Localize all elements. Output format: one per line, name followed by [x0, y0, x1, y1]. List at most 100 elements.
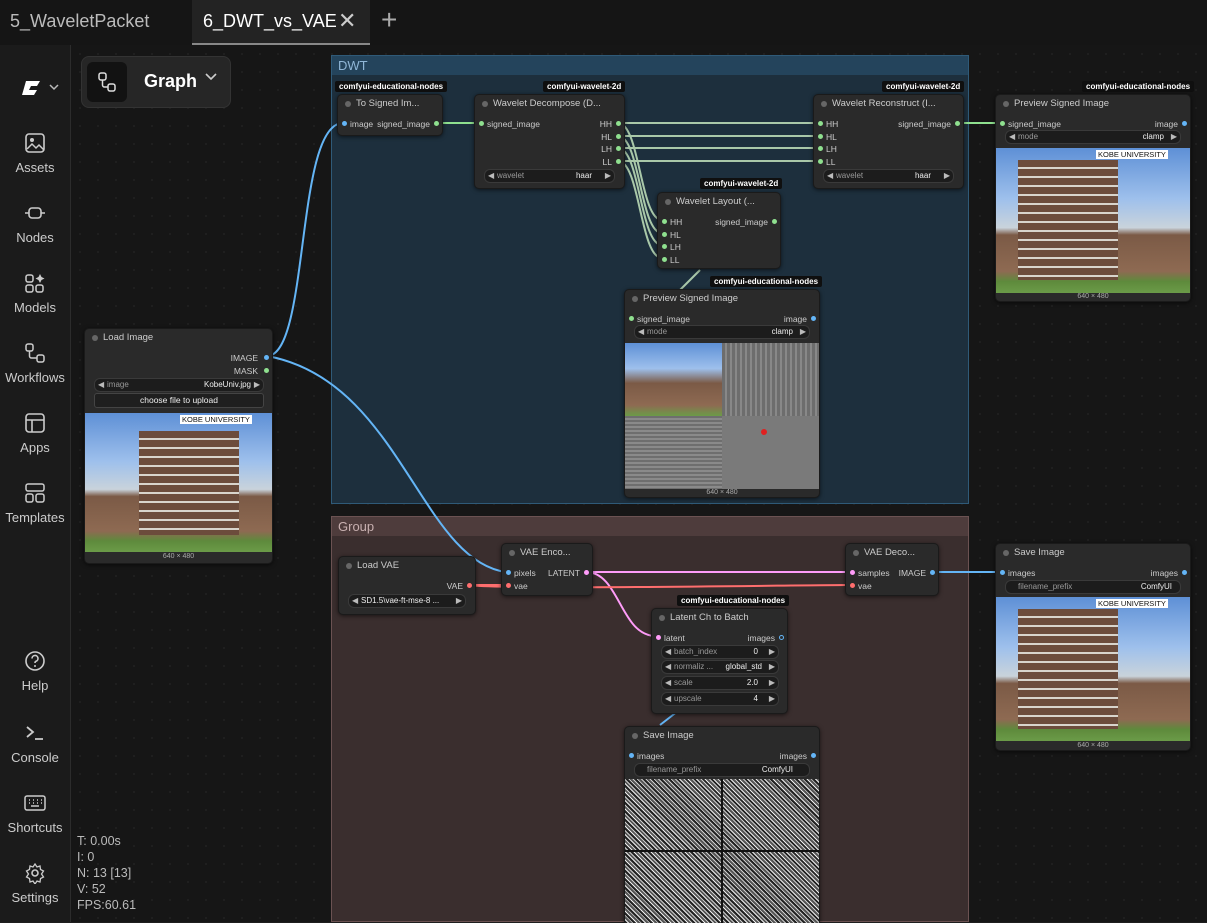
input-signed-slot[interactable] [1000, 121, 1005, 126]
node-badge: comfyui-wavelet-2d [700, 178, 783, 189]
input-ll-slot[interactable] [662, 257, 667, 262]
cursor-marker [761, 429, 767, 435]
node-title: Wavelet Reconstruct (I... [814, 95, 963, 113]
output-label: signed_image [377, 119, 430, 129]
output-latent-slot[interactable] [584, 570, 589, 575]
input-lh-slot[interactable] [662, 244, 667, 249]
image-size-caption: 640 × 480 [162, 553, 195, 560]
scale-stepper[interactable]: ◀ scale 2.0 ▶ [661, 676, 779, 690]
node-preview-signed-image-2[interactable]: Preview Signed Image signed_image image … [624, 289, 820, 498]
image-size-caption: 640 × 480 [706, 489, 738, 496]
output-image-slot[interactable] [1182, 121, 1187, 126]
output-mask-slot[interactable] [264, 368, 269, 373]
node-preview-signed-image-1[interactable]: Preview Signed Image signed_image image … [995, 94, 1191, 302]
input-lh-slot[interactable] [818, 146, 823, 151]
input-images-slot[interactable] [1000, 570, 1005, 575]
output-hl-label: HL [601, 132, 612, 142]
output-image-label: IMAGE [230, 353, 258, 363]
input-vae-label: vae [514, 581, 528, 591]
output-signed-slot[interactable] [434, 121, 439, 126]
image-preview: KOBE UNIVERSITY [996, 148, 1190, 293]
output-images-slot[interactable] [779, 635, 784, 640]
node-title: VAE Deco... [846, 544, 938, 562]
node-title: Wavelet Layout (... [658, 193, 780, 211]
input-hh-slot[interactable] [818, 121, 823, 126]
filename-prefix-input[interactable]: filename_prefix ComfyUI [1005, 580, 1181, 594]
node-load-image[interactable]: Load Image IMAGE MASK ◀ image KobeUniv.jpg… [84, 328, 273, 564]
input-latent-slot[interactable] [656, 635, 661, 640]
node-title: Load VAE [339, 557, 475, 575]
input-label: image [350, 119, 374, 129]
node-load-vae[interactable]: Load VAE VAE ◀ SD1.5\vae-ft-mse-8 ... ▶ [338, 556, 476, 615]
output-images-slot[interactable] [1182, 570, 1187, 575]
node-badge: comfyui-wavelet-2d [882, 81, 965, 92]
input-images-slot[interactable] [629, 753, 634, 758]
kobe-university-logo-text: KOBE UNIVERSITY [180, 415, 252, 424]
wavelet-select[interactable]: ◀ wavelet haar ▶ [823, 169, 954, 183]
node-wavelet-decompose[interactable]: Wavelet Decompose (D... signed_image HH … [474, 94, 625, 189]
input-label: signed_image [1008, 119, 1061, 129]
image-preview: KOBE UNIVERSITY [85, 413, 272, 552]
upscale-stepper[interactable]: ◀ upscale 4 ▶ [661, 692, 779, 706]
batch-index-stepper[interactable]: ◀ batch_index 0 ▶ [661, 645, 779, 659]
filename-prefix-input[interactable]: filename_prefix ComfyUI [634, 763, 810, 777]
node-save-image-1[interactable]: Save Image images images filename_prefix… [995, 543, 1191, 751]
input-lh-label: LH [670, 242, 681, 252]
output-image-slot[interactable] [264, 355, 269, 360]
node-vae-decode[interactable]: VAE Deco... samples vae IMAGE [845, 543, 939, 596]
input-hl-slot[interactable] [818, 134, 823, 139]
output-vae-slot[interactable] [467, 583, 472, 588]
node-badge: comfyui-educational-nodes [335, 81, 448, 92]
input-pixels-label: pixels [514, 568, 536, 578]
input-signed-slot[interactable] [479, 121, 484, 126]
input-hh-slot[interactable] [662, 219, 667, 224]
output-label: signed_image [898, 119, 951, 129]
node-wavelet-layout[interactable]: Wavelet Layout (... HH HL LH LL signed_i… [657, 192, 781, 269]
input-hl-slot[interactable] [662, 232, 667, 237]
mode-select[interactable]: ◀ mode clamp ▶ [634, 325, 810, 339]
node-title: VAE Enco... [502, 544, 592, 562]
image-size-caption: 640 × 480 [1077, 293, 1109, 300]
node-latent-ch-to-batch[interactable]: Latent Ch to Batch latent images ◀ batch_… [651, 608, 788, 714]
input-hh-label: HH [670, 217, 683, 227]
output-vae-label: VAE [446, 581, 463, 591]
output-mask-label: MASK [233, 366, 258, 376]
input-image-slot[interactable] [342, 121, 347, 126]
input-ll-slot[interactable] [818, 159, 823, 164]
input-pixels-slot[interactable] [506, 570, 511, 575]
mode-select[interactable]: ◀ mode clamp ▶ [1005, 130, 1181, 144]
input-lh-label: LH [826, 144, 837, 154]
input-ll-label: LL [670, 255, 680, 265]
input-samples-slot[interactable] [850, 570, 855, 575]
node-title: Latent Ch to Batch [652, 609, 787, 627]
node-badge: comfyui-educational-nodes [677, 595, 790, 606]
output-image-slot[interactable] [930, 570, 935, 575]
node-wavelet-reconstruct[interactable]: Wavelet Reconstruct (I... HH HL LH LL si… [813, 94, 964, 189]
output-signed-slot[interactable] [955, 121, 960, 126]
node-badge: comfyui-educational-nodes [1082, 81, 1195, 92]
output-lh-slot[interactable] [616, 146, 621, 151]
output-image-slot[interactable] [811, 316, 816, 321]
kobe-university-logo-text: KOBE UNIVERSITY [1096, 150, 1168, 159]
input-vae-label: vae [858, 581, 872, 591]
node-title: Load Image [85, 329, 272, 347]
node-title: Save Image [996, 544, 1190, 562]
wavelet-preview-image [625, 343, 819, 489]
input-vae-slot[interactable] [506, 583, 511, 588]
input-signed-slot[interactable] [629, 316, 634, 321]
node-to-signed-image[interactable]: To Signed Im... image signed_image [337, 94, 443, 136]
output-images-slot[interactable] [811, 753, 816, 758]
vae-name-select[interactable]: ◀ SD1.5\vae-ft-mse-8 ... ▶ [348, 594, 466, 608]
output-ll-slot[interactable] [616, 159, 621, 164]
node-vae-encode[interactable]: VAE Enco... pixels vae LATENT [501, 543, 593, 596]
output-hl-slot[interactable] [616, 134, 621, 139]
output-signed-slot[interactable] [772, 219, 777, 224]
image-select[interactable]: ◀ image KobeUniv.jpg ▶ [94, 378, 264, 392]
input-vae-slot[interactable] [850, 583, 855, 588]
upload-button[interactable]: choose file to upload [94, 393, 264, 408]
output-hh-slot[interactable] [616, 121, 621, 126]
node-save-image-2[interactable]: Save Image images images filename_prefix… [624, 726, 820, 923]
input-label: signed_image [637, 314, 690, 324]
normalize-select[interactable]: ◀ normaliz ... global_std ▶ [661, 660, 779, 674]
wavelet-select[interactable]: ◀ wavelet haar ▶ [484, 169, 615, 183]
